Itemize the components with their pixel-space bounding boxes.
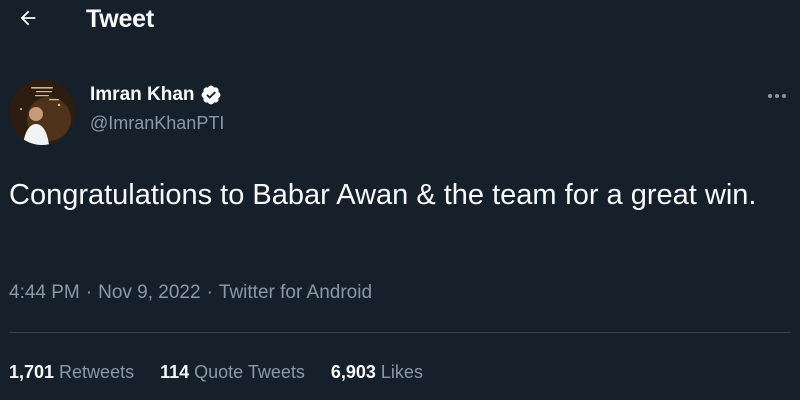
tweet-time[interactable]: 4:44 PM: [9, 282, 80, 304]
quote-tweets-count: 114: [160, 362, 190, 382]
retweets-count: 1,701: [9, 362, 55, 382]
tweet-stats: 1,701 Retweets 114 Quote Tweets 6,903 Li…: [9, 362, 449, 383]
retweets-stat[interactable]: 1,701 Retweets: [9, 362, 134, 383]
retweets-label: Retweets: [59, 362, 135, 382]
separator-dot: ·: [85, 282, 93, 303]
separator-dot: ·: [206, 282, 213, 303]
author-name[interactable]: Imran Khan: [90, 84, 222, 106]
likes-stat[interactable]: 6,903 Likes: [331, 362, 423, 383]
likes-count: 6,903: [330, 362, 376, 382]
likes-label: Likes: [380, 362, 423, 382]
author-handle[interactable]: @ImranKhanPTI: [90, 113, 224, 134]
back-button[interactable]: [8, 2, 48, 38]
quote-tweets-stat[interactable]: 114 Quote Tweets: [160, 362, 305, 383]
tweet-metadata: 4:44 PM · Nov 9, 2022 · Twitter for Andr…: [9, 282, 372, 304]
verified-badge-icon: [200, 84, 222, 106]
avatar-image: [9, 79, 75, 145]
tweet-text: Congratulations to Babar Awan & the team…: [9, 179, 757, 211]
tweet-source[interactable]: Twitter for Android: [219, 282, 372, 304]
arrow-left-icon: [17, 7, 39, 34]
author-name-text: Imran Khan: [90, 84, 195, 105]
quote-tweets-label: Quote Tweets: [194, 362, 305, 382]
tweet-header: Tweet: [0, 0, 800, 44]
more-options-button[interactable]: [760, 84, 794, 108]
page-title: Tweet: [86, 5, 154, 33]
more-horizontal-icon: [766, 87, 788, 105]
divider: [9, 332, 791, 333]
avatar[interactable]: [9, 79, 75, 145]
tweet-date[interactable]: Nov 9, 2022: [98, 282, 200, 304]
